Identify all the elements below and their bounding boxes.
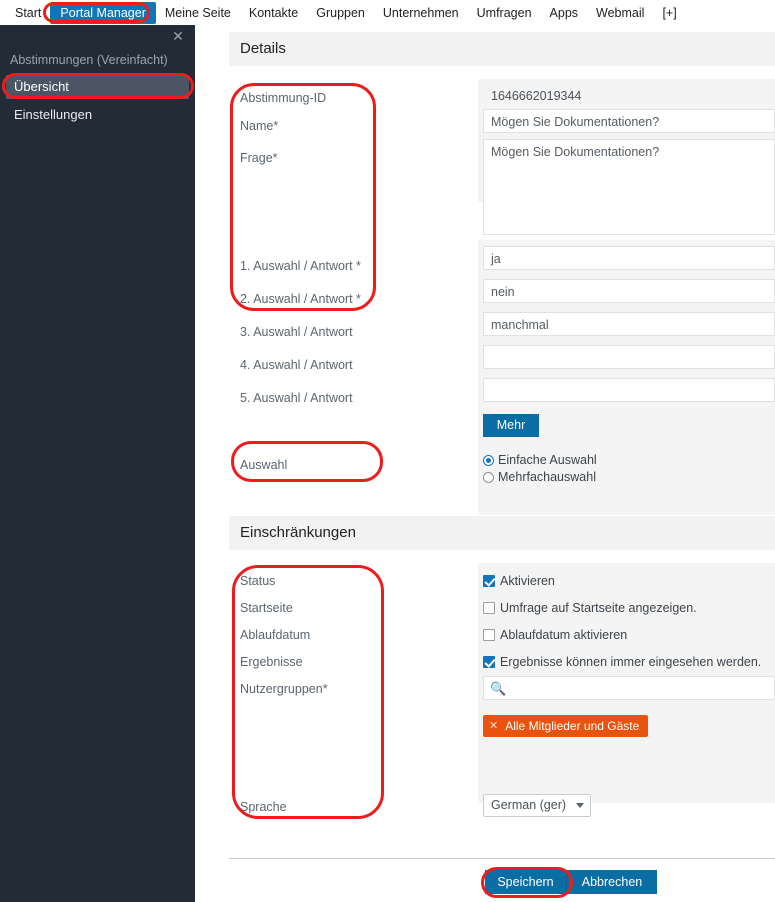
answer-4-input[interactable]: [483, 345, 775, 369]
label-auswahl: Auswahl: [240, 458, 288, 472]
checkbox-icon-ablaufdatum-aktivieren: [483, 629, 495, 641]
top-navigation-bar: Start Portal Manager Meine Seite Kontakt…: [0, 0, 775, 25]
nav-item-apps[interactable]: Apps: [541, 3, 588, 23]
einschraenkungen-section-heading: Einschränkungen: [229, 516, 775, 550]
search-zoom-in-icon: 🔍: [490, 681, 507, 696]
frage-textarea[interactable]: Mögen Sie Dokumentationen?: [483, 139, 775, 235]
label-ablaufdatum: Ablaufdatum: [240, 628, 311, 642]
abstimmung-id-value: 1646662019344: [483, 83, 775, 105]
radio-icon-einfache-auswahl: [483, 454, 494, 466]
checkbox-icon-umfrage-startseite: [483, 602, 495, 614]
answer-3-input[interactable]: manchmal: [483, 312, 775, 336]
remove-tag-icon[interactable]: ✕: [489, 715, 498, 737]
sidebar-item-uebersicht[interactable]: Übersicht: [6, 75, 189, 99]
label-answer-2: 2. Auswahl / Antwort *: [240, 292, 361, 306]
nav-item-start[interactable]: Start: [6, 3, 50, 23]
label-name: Name*: [240, 119, 279, 133]
checkbox-label-ablaufdatum-aktivieren: Ablaufdatum aktivieren: [500, 628, 628, 642]
checkbox-label-aktivieren: Aktivieren: [500, 574, 555, 588]
checkbox-label-umfrage-startseite: Umfrage auf Startseite angezeigen.: [500, 601, 697, 615]
radio-mehrfachauswahl[interactable]: Mehrfachauswahl: [483, 470, 596, 484]
main-content: Details Abstimmung-ID Name* Frage* 1. Au…: [195, 25, 775, 902]
nav-item-portal-manager[interactable]: Portal Manager: [50, 1, 156, 24]
sprache-select[interactable]: German (ger): [483, 794, 591, 817]
answer-2-input[interactable]: nein: [483, 279, 775, 303]
mehr-button[interactable]: Mehr: [483, 414, 539, 437]
checkbox-ergebnisse-einsehbar[interactable]: Ergebnisse können immer eingesehen werde…: [483, 655, 761, 669]
save-button[interactable]: Speichern: [485, 870, 567, 894]
label-ergebnisse: Ergebnisse: [240, 655, 303, 669]
checkbox-label-ergebnisse-einsehbar: Ergebnisse können immer eingesehen werde…: [500, 655, 762, 669]
sidebar-item-einstellungen[interactable]: Einstellungen: [6, 103, 189, 127]
label-answer-4: 4. Auswahl / Antwort: [240, 358, 353, 372]
application-window: Start Portal Manager Meine Seite Kontakt…: [0, 0, 775, 902]
checkbox-umfrage-startseite[interactable]: Umfrage auf Startseite angezeigen.: [483, 601, 697, 615]
label-answer-1: 1. Auswahl / Antwort *: [240, 259, 361, 273]
usergroup-tag-alle-mitglieder-und-gaeste[interactable]: ✕ Alle Mitglieder und Gäste: [483, 715, 649, 737]
usergroup-tag-label: Alle Mitglieder und Gäste: [505, 719, 640, 733]
checkbox-ablaufdatum-aktivieren[interactable]: Ablaufdatum aktivieren: [483, 628, 627, 642]
checkbox-icon-aktivieren: [483, 575, 495, 587]
checkbox-aktivieren[interactable]: Aktivieren: [483, 574, 555, 588]
label-answer-5: 5. Auswahl / Antwort: [240, 391, 353, 405]
nav-item-meine-seite[interactable]: Meine Seite: [156, 3, 240, 23]
nav-item-webmail[interactable]: Webmail: [587, 3, 653, 23]
nav-item-unternehmen[interactable]: Unternehmen: [374, 3, 468, 23]
nav-item-add-more[interactable]: [+]: [653, 3, 685, 23]
sidebar-title: Abstimmungen (Vereinfacht): [10, 53, 168, 67]
label-status: Status: [240, 574, 276, 588]
label-frage: Frage*: [240, 151, 278, 165]
radio-icon-mehrfachauswahl: [483, 471, 494, 483]
checkbox-icon-ergebnisse-einsehbar: [483, 656, 495, 668]
sprache-select-value: German (ger): [491, 798, 567, 812]
nutzergruppen-search-input[interactable]: 🔍: [483, 676, 775, 700]
nav-item-umfragen[interactable]: Umfragen: [468, 3, 541, 23]
name-input[interactable]: Mögen Sie Dokumentationen?: [483, 109, 775, 133]
radio-einfache-auswahl[interactable]: Einfache Auswahl: [483, 453, 597, 467]
details-section-heading: Details: [229, 32, 775, 66]
chevron-down-icon: [576, 803, 584, 808]
nav-item-gruppen[interactable]: Gruppen: [307, 3, 374, 23]
answer-1-input[interactable]: ja: [483, 246, 775, 270]
label-abstimmung-id: Abstimmung-ID: [240, 91, 327, 105]
answer-5-input[interactable]: [483, 378, 775, 402]
radio-label-einfache-auswahl: Einfache Auswahl: [498, 453, 597, 467]
label-startseite: Startseite: [240, 601, 293, 615]
label-answer-3: 3. Auswahl / Antwort: [240, 325, 353, 339]
footer-divider: [229, 858, 775, 859]
label-nutzergruppen: Nutzergruppen*: [240, 682, 328, 696]
sidebar: ✕ Abstimmungen (Vereinfacht) Übersicht E…: [0, 25, 195, 902]
label-sprache: Sprache: [240, 800, 287, 814]
close-icon[interactable]: ✕: [169, 27, 187, 45]
nav-item-kontakte[interactable]: Kontakte: [240, 3, 307, 23]
radio-label-mehrfachauswahl: Mehrfachauswahl: [498, 470, 596, 484]
cancel-button[interactable]: Abbrechen: [567, 870, 657, 894]
